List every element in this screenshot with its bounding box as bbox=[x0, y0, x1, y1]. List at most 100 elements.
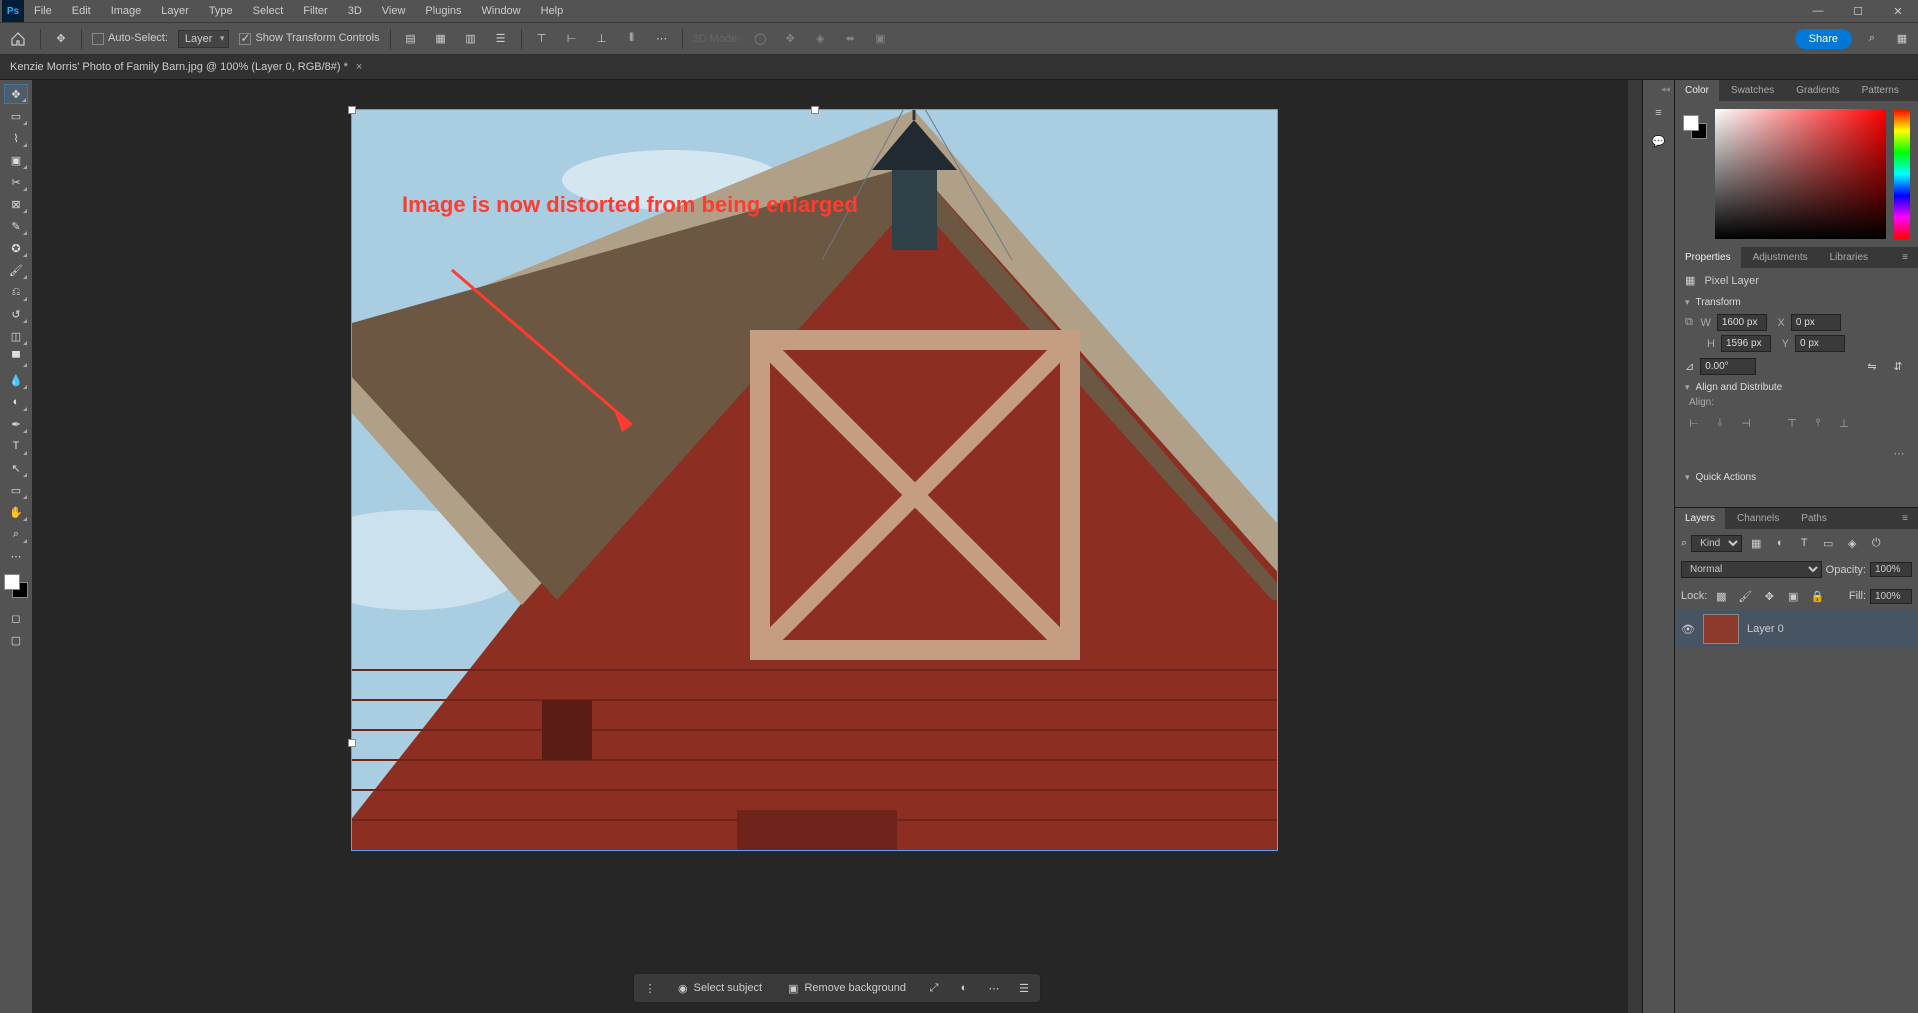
layer-row[interactable]: 👁 Layer 0 bbox=[1675, 610, 1918, 648]
history-brush-tool[interactable]: ↺ bbox=[4, 304, 28, 324]
auto-select-target[interactable]: Layer bbox=[178, 30, 230, 48]
remove-background-button[interactable]: ▣ Remove background bbox=[780, 979, 914, 998]
marquee-tool[interactable]: ▭ bbox=[4, 106, 28, 126]
color-field[interactable] bbox=[1715, 109, 1886, 239]
type-tool[interactable]: T bbox=[4, 436, 28, 456]
window-minimize-icon[interactable]: — bbox=[1798, 0, 1838, 22]
lock-pixels-icon[interactable]: 🖌 bbox=[1735, 586, 1755, 606]
fg-bg-swatch[interactable] bbox=[1683, 115, 1707, 139]
frame-tool[interactable]: ⊠ bbox=[4, 194, 28, 214]
align-bottom-icon[interactable]: ⊥ bbox=[1835, 414, 1853, 432]
eyedropper-tool[interactable]: ✎ bbox=[4, 216, 28, 236]
tab-properties[interactable]: Properties bbox=[1675, 247, 1741, 268]
menu-image[interactable]: Image bbox=[103, 3, 150, 19]
crop-tool[interactable]: ✂ bbox=[4, 172, 28, 192]
menu-layer[interactable]: Layer bbox=[153, 3, 197, 19]
mask-icon[interactable]: ◐ bbox=[954, 978, 974, 998]
filter-type-icon[interactable]: T bbox=[1794, 533, 1814, 553]
object-select-tool[interactable]: ▣ bbox=[4, 150, 28, 170]
transform-handle-tl[interactable] bbox=[348, 106, 356, 114]
lasso-tool[interactable]: ⌇ bbox=[4, 128, 28, 148]
document-canvas[interactable]: Image is now distorted from being enlarg… bbox=[352, 110, 1277, 850]
align-middle-icon[interactable]: ⊢ bbox=[562, 29, 582, 49]
layer-thumbnail[interactable] bbox=[1703, 614, 1739, 644]
lock-artboard-icon[interactable]: ▣ bbox=[1783, 586, 1803, 606]
menu-file[interactable]: File bbox=[26, 3, 60, 19]
align-left-icon[interactable]: ▤ bbox=[401, 29, 421, 49]
brushes-panel-icon[interactable]: ≡ bbox=[1649, 103, 1669, 123]
show-transform-checkbox[interactable]: Show Transform Controls bbox=[239, 32, 379, 44]
transform-section[interactable]: Transform bbox=[1675, 293, 1918, 312]
angle-input[interactable] bbox=[1700, 358, 1756, 375]
link-wh-icon[interactable]: ⧉ bbox=[1685, 316, 1693, 329]
more-align-icon[interactable]: ⋯ bbox=[652, 29, 672, 49]
lock-all-icon[interactable]: 🔒 bbox=[1807, 586, 1827, 606]
panel-menu-icon[interactable]: ≡ bbox=[1911, 80, 1918, 101]
menu-edit[interactable]: Edit bbox=[64, 3, 99, 19]
y-input[interactable] bbox=[1795, 335, 1845, 352]
filter-pixel-icon[interactable]: ▦ bbox=[1746, 533, 1766, 553]
screen-mode-icon[interactable]: ▢ bbox=[4, 630, 28, 650]
color-picker[interactable] bbox=[1675, 101, 1918, 247]
align-top-icon[interactable]: ⊤ bbox=[1783, 414, 1801, 432]
align-section[interactable]: Align and Distribute bbox=[1675, 378, 1918, 397]
menu-type[interactable]: Type bbox=[201, 3, 241, 19]
drag-handle-icon[interactable]: ⋮ bbox=[640, 978, 660, 998]
workspace-icon[interactable]: ▦ bbox=[1892, 29, 1912, 49]
collapse-chevron-icon[interactable]: ◂◂ bbox=[1661, 84, 1674, 95]
tab-libraries[interactable]: Libraries bbox=[1820, 247, 1878, 268]
window-close-icon[interactable]: ✕ bbox=[1878, 0, 1918, 22]
comments-panel-icon[interactable]: 💬 bbox=[1649, 131, 1669, 151]
share-button[interactable]: Share bbox=[1795, 29, 1852, 49]
hue-slider[interactable] bbox=[1894, 109, 1910, 239]
close-tab-icon[interactable]: × bbox=[356, 61, 362, 73]
search-icon[interactable]: ⌕ bbox=[1681, 537, 1687, 550]
shape-tool[interactable]: ▭ bbox=[4, 480, 28, 500]
layer-filter-kind[interactable]: Kind bbox=[1691, 535, 1742, 552]
distribute-icon[interactable]: ☰ bbox=[491, 29, 511, 49]
canvas-scrollbar[interactable] bbox=[1628, 80, 1642, 1013]
move-tool-icon[interactable]: ✥ bbox=[51, 29, 71, 49]
tab-color[interactable]: Color bbox=[1675, 80, 1719, 101]
transform-icon[interactable]: ⤢ bbox=[924, 978, 944, 998]
more-icon[interactable]: ⋯ bbox=[984, 978, 1004, 998]
auto-select-checkbox[interactable]: Auto-Select: bbox=[92, 32, 168, 44]
move-tool[interactable]: ✥ bbox=[4, 84, 28, 104]
distribute-v-icon[interactable]: ⦀ bbox=[622, 29, 642, 49]
home-button[interactable] bbox=[6, 27, 30, 51]
x-input[interactable] bbox=[1791, 314, 1841, 331]
align-center-h-icon[interactable]: ⫰ bbox=[1711, 414, 1729, 432]
foreground-background-colors[interactable] bbox=[4, 574, 28, 598]
tab-swatches[interactable]: Swatches bbox=[1721, 80, 1784, 101]
window-maximize-icon[interactable]: ☐ bbox=[1838, 0, 1878, 22]
align-right-icon[interactable]: ⊣ bbox=[1737, 414, 1755, 432]
zoom-tool[interactable]: ⌕ bbox=[4, 524, 28, 544]
select-subject-button[interactable]: ◉ Select subject bbox=[670, 979, 770, 998]
path-select-tool[interactable]: ↖ bbox=[4, 458, 28, 478]
align-right-icon[interactable]: ▥ bbox=[461, 29, 481, 49]
dodge-tool[interactable]: ◐ bbox=[4, 392, 28, 412]
search-icon[interactable]: ⌕ bbox=[1862, 29, 1882, 49]
menu-view[interactable]: View bbox=[374, 3, 414, 19]
panel-menu-icon[interactable]: ≡ bbox=[1892, 247, 1918, 268]
menu-help[interactable]: Help bbox=[533, 3, 572, 19]
filter-shape-icon[interactable]: ▭ bbox=[1818, 533, 1838, 553]
tab-adjustments[interactable]: Adjustments bbox=[1743, 247, 1818, 268]
pen-tool[interactable]: ✒ bbox=[4, 414, 28, 434]
align-top-icon[interactable]: ⊤ bbox=[532, 29, 552, 49]
healing-tool[interactable]: ✪ bbox=[4, 238, 28, 258]
tab-paths[interactable]: Paths bbox=[1791, 508, 1837, 529]
quick-actions-section[interactable]: Quick Actions bbox=[1675, 468, 1918, 487]
tab-gradients[interactable]: Gradients bbox=[1786, 80, 1849, 101]
menu-window[interactable]: Window bbox=[474, 3, 529, 19]
more-align-icon[interactable]: ⋯ bbox=[1890, 444, 1908, 462]
align-middle-icon[interactable]: ⫯ bbox=[1809, 414, 1827, 432]
quick-mask-icon[interactable]: ◻ bbox=[4, 608, 28, 628]
align-bottom-icon[interactable]: ⊥ bbox=[592, 29, 612, 49]
document-tab[interactable]: Kenzie Morris' Photo of Family Barn.jpg … bbox=[0, 57, 372, 77]
gradient-tool[interactable]: ▀ bbox=[4, 348, 28, 368]
settings-icon[interactable]: ☰ bbox=[1014, 978, 1034, 998]
brush-tool[interactable]: 🖌 bbox=[4, 260, 28, 280]
hand-tool[interactable]: ✋ bbox=[4, 502, 28, 522]
layer-visibility-icon[interactable]: 👁 bbox=[1681, 623, 1695, 636]
